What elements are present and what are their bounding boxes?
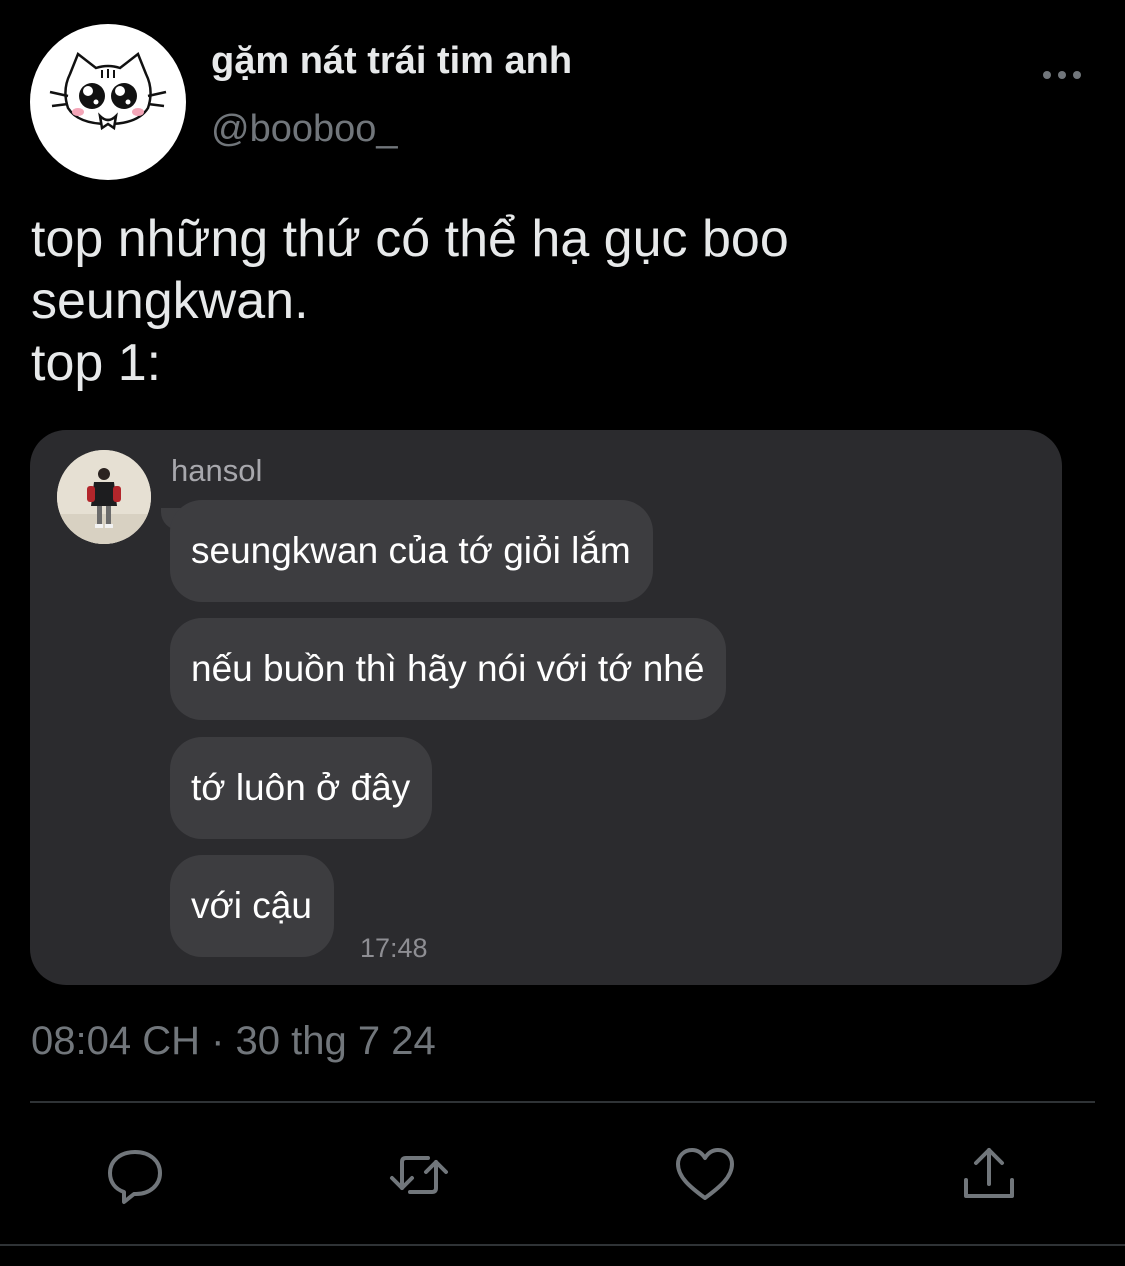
divider [30,1101,1095,1103]
chat-screenshot[interactable]: hansol seungkwan của tớ giỏi lắm nếu buồ… [30,430,1062,985]
sender-name: hansol [171,453,263,488]
more-icon-dot [1073,71,1081,79]
retweet-icon [390,1156,448,1194]
message-bubble: seungkwan của tớ giỏi lắm [170,500,653,602]
message-bubble: nếu buồn thì hãy nói với tớ nhé [170,618,727,720]
tweet-line: top những thứ có thể hạ gục boo [31,210,789,268]
share-icon [964,1148,1014,1198]
like-icon [676,1148,734,1200]
user-handle[interactable]: @booboo_ [211,106,398,152]
share-button[interactable] [954,1140,1024,1210]
more-icon-dot [1058,71,1066,79]
reply-icon [108,1150,162,1204]
tweet-line: top 1: [31,334,162,392]
tweet-text: top những thứ có thể hạ gục boo seungkwa… [31,208,1091,394]
message-bubble: với cậu [170,855,334,957]
author-avatar[interactable] [30,24,186,180]
like-button[interactable] [670,1140,740,1210]
more-options-button[interactable] [1040,62,1084,88]
display-name[interactable]: gặm nát trái tim anh [211,38,572,84]
more-icon [1043,71,1051,79]
tweet-timestamp[interactable]: 08:04 CH · 30 thg 7 24 [31,1016,436,1066]
reply-button[interactable] [100,1140,170,1210]
message-time: 17:48 [360,933,428,963]
sender-avatar [57,450,151,544]
divider [0,1244,1125,1246]
tweet-line: seungkwan. [31,272,309,330]
person-photo-icon [57,450,151,544]
message-bubble: tớ luôn ở đây [170,737,433,839]
retweet-button[interactable] [384,1140,454,1210]
cat-face-avatar-icon [49,51,167,131]
